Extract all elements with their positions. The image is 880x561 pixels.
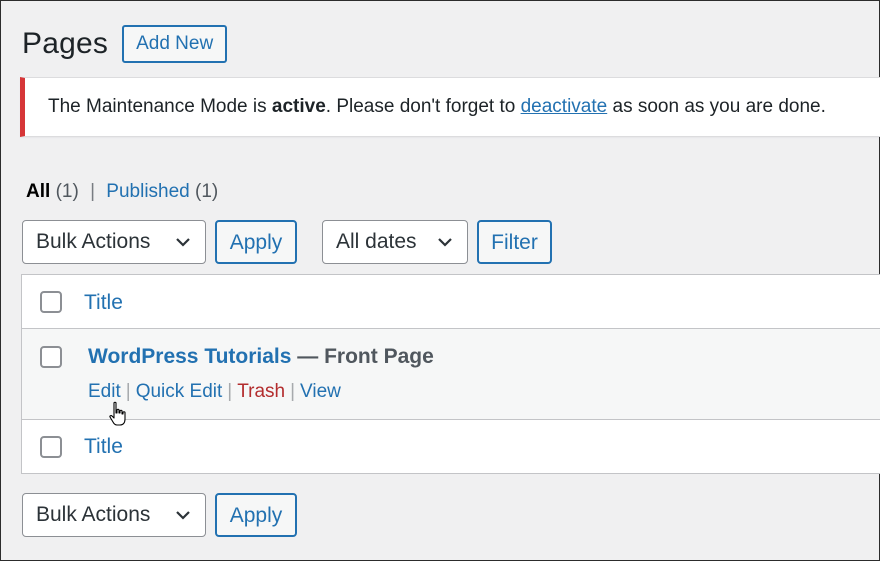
bulk-actions-select-bottom[interactable]: Bulk Actions — [22, 493, 206, 537]
select-all-checkbox[interactable] — [40, 291, 62, 313]
select-all-checkbox-footer[interactable] — [40, 436, 62, 458]
maintenance-notice: The Maintenance Mode is active. Please d… — [20, 77, 880, 137]
column-title-header[interactable]: Title — [84, 291, 123, 315]
view-filters: All (1) | Published (1) — [26, 181, 218, 203]
bulk-actions-value: Bulk Actions — [36, 503, 151, 526]
edit-link[interactable]: Edit — [88, 381, 121, 402]
action-separator: | — [227, 381, 233, 402]
notice-text-before: The Maintenance Mode is — [48, 96, 272, 117]
view-published-link[interactable]: Published — [106, 181, 189, 202]
page-title: Pages — [22, 27, 109, 60]
row-actions: Edit | Quick Edit | Trash | View — [88, 381, 341, 403]
chevron-down-icon — [438, 238, 452, 247]
dates-select[interactable]: All dates — [322, 220, 468, 264]
trash-link[interactable]: Trash — [237, 381, 285, 402]
view-all-count: (1) — [55, 181, 79, 202]
bulk-actions-value: Bulk Actions — [36, 230, 151, 253]
add-new-button[interactable]: Add New — [122, 25, 228, 63]
row-checkbox[interactable] — [40, 346, 62, 368]
notice-text-after: as soon as you are done. — [607, 96, 826, 117]
quick-edit-link[interactable]: Quick Edit — [136, 381, 223, 402]
table-footer-row: Title — [22, 419, 880, 473]
page-header: Pages Add New — [22, 25, 228, 63]
action-separator: | — [290, 381, 296, 402]
page-title-link[interactable]: WordPress Tutorials — [88, 345, 291, 368]
filter-button[interactable]: Filter — [477, 220, 552, 264]
hand-pointer-cursor-icon — [109, 401, 126, 426]
apply-button-bottom[interactable]: Apply — [215, 493, 297, 537]
table-row: WordPress Tutorials — Front Page Edit | Qu… — [22, 329, 880, 419]
column-title-footer[interactable]: Title — [84, 435, 123, 459]
dates-value: All dates — [336, 230, 417, 253]
table-header-row: Title — [22, 275, 880, 329]
chevron-down-icon — [176, 511, 190, 520]
chevron-down-icon — [176, 238, 190, 247]
notice-status: active — [271, 96, 326, 117]
view-published-count: (1) — [195, 181, 219, 202]
view-separator: | — [90, 181, 96, 202]
view-all-link[interactable]: All — [26, 181, 50, 202]
page-state: — Front Page — [291, 345, 434, 368]
bulk-actions-select-top[interactable]: Bulk Actions — [22, 220, 206, 264]
deactivate-link[interactable]: deactivate — [521, 96, 608, 117]
action-separator: | — [125, 381, 131, 402]
apply-button-top[interactable]: Apply — [215, 220, 297, 264]
pages-table: Title WordPress Tutorials — Front Page E… — [21, 274, 880, 474]
row-title: WordPress Tutorials — Front Page — [88, 345, 434, 369]
notice-text-middle: . Please don't forget to — [325, 96, 521, 117]
view-link[interactable]: View — [300, 381, 341, 402]
